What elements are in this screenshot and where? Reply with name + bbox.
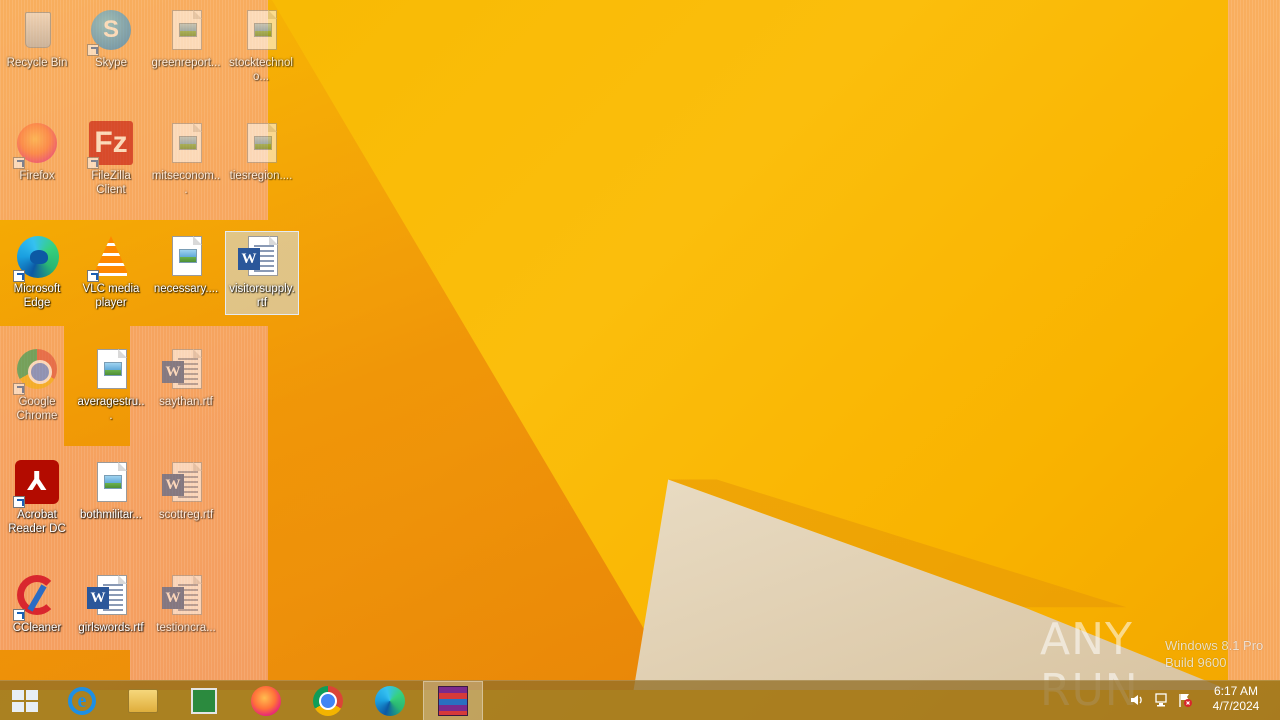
- desktop-icon-scottreg[interactable]: W scottreg.rtf: [149, 458, 223, 542]
- desktop-icon-skype[interactable]: S Skype: [74, 6, 148, 90]
- clock-date: 4/7/2024: [1212, 699, 1260, 713]
- desktop-icon-testioncra[interactable]: W testioncra...: [149, 571, 223, 655]
- desktop-icon-necessary[interactable]: necessary....: [149, 232, 223, 316]
- word-badge-icon: W: [162, 587, 184, 609]
- desktop-icon-girlswords[interactable]: W girlswords.rtf: [74, 571, 148, 655]
- taskbar-clock[interactable]: 6:17 AM 4/7/2024: [1200, 684, 1272, 714]
- desktop-icon-label: scottreg.rtf: [158, 509, 214, 521]
- image-document-icon: [247, 10, 277, 50]
- desktop-icon-label: saythan.rtf: [159, 396, 213, 408]
- desktop-icon-label: Google Chrome: [16, 396, 58, 422]
- os-edition: Windows 8.1 Pro: [1165, 638, 1264, 653]
- shortcut-arrow-icon: [13, 496, 25, 508]
- taskbar-file-explorer[interactable]: [113, 681, 173, 720]
- taskbar-winrar[interactable]: [423, 681, 483, 720]
- desktop-icon-label: Acrobat Reader DC: [8, 509, 66, 535]
- internet-explorer-icon: e: [68, 687, 96, 715]
- word-badge-icon: W: [87, 587, 109, 609]
- recycle-bin-icon: [25, 12, 51, 48]
- network-icon[interactable]: [1153, 692, 1169, 708]
- desktop-icon-label: Skype: [95, 57, 127, 69]
- desktop-icon-greenreport[interactable]: greenreport...: [149, 6, 223, 90]
- file-explorer-icon: [128, 689, 158, 713]
- desktop-icon-saythan[interactable]: W saythan.rtf: [149, 345, 223, 429]
- shortcut-arrow-icon: [13, 157, 25, 169]
- taskbar-store[interactable]: [174, 681, 234, 720]
- desktop-icon-label: VLC media player: [82, 283, 140, 309]
- desktop-icon-acrobat[interactable]: ⅄ Acrobat Reader DC: [0, 458, 74, 542]
- desktop-icon-stocktechnolo[interactable]: stocktechnolo...: [224, 6, 298, 90]
- desktop-icon-label: FileZilla Client: [91, 170, 131, 196]
- image-document-icon: [172, 10, 202, 50]
- desktop-icon-label: bothmilitar...: [80, 509, 142, 521]
- winrar-icon: [438, 686, 468, 716]
- action-center-flag-icon[interactable]: [1177, 692, 1193, 708]
- taskbar-internet-explorer[interactable]: e: [52, 681, 112, 720]
- taskbar-edge[interactable]: [360, 681, 420, 720]
- desktop-icon-label: stocktechnolo...: [229, 57, 293, 83]
- chrome-icon: [313, 686, 343, 716]
- shortcut-arrow-icon: [87, 157, 99, 169]
- desktop-icon-label: visitorsupply.rtf: [229, 283, 295, 309]
- shortcut-arrow-icon: [13, 609, 25, 621]
- desktop-icon-averagestru[interactable]: averagestru...: [74, 345, 148, 429]
- desktop-icon-edge[interactable]: Microsoft Edge: [0, 232, 74, 316]
- word-badge-icon: W: [162, 474, 184, 496]
- shortcut-arrow-icon: [87, 270, 99, 282]
- desktop-icon-visitorsupply[interactable]: W visitorsupply.rtf: [225, 231, 299, 315]
- shortcut-arrow-icon: [13, 270, 25, 282]
- desktop-icon-recycle-bin[interactable]: Recycle Bin: [0, 6, 74, 90]
- image-document-icon: [247, 123, 277, 163]
- desktop-icon-label: girlswords.rtf: [78, 622, 144, 634]
- overlay-region: [1228, 0, 1280, 680]
- store-icon: [191, 688, 217, 714]
- desktop-icon-ccleaner[interactable]: CCleaner: [0, 571, 74, 655]
- image-document-icon: [172, 236, 202, 276]
- vlc-icon: [95, 236, 127, 276]
- desktop-icon-vlc[interactable]: VLC media player: [74, 232, 148, 316]
- image-document-icon: [97, 462, 127, 502]
- firefox-icon: [251, 686, 281, 716]
- os-version-badge: Windows 8.1 Pro Build 9600: [1165, 637, 1263, 671]
- edge-icon: [375, 686, 405, 716]
- word-badge-icon: W: [238, 248, 260, 270]
- desktop-icon-firefox[interactable]: Firefox: [0, 119, 74, 203]
- desktop-icon-label: necessary....: [153, 283, 219, 295]
- shortcut-arrow-icon: [13, 383, 25, 395]
- clock-time: 6:17 AM: [1213, 684, 1259, 698]
- windows-logo-icon: [12, 690, 38, 712]
- image-document-icon: [97, 349, 127, 389]
- desktop-icon-filezilla[interactable]: Fz FileZilla Client: [74, 119, 148, 203]
- os-build: Build 9600: [1165, 655, 1227, 670]
- start-button[interactable]: [0, 681, 50, 720]
- desktop-icon-label: averagestru...: [77, 396, 145, 422]
- word-badge-icon: W: [162, 361, 184, 383]
- volume-icon[interactable]: [1129, 692, 1145, 708]
- desktop-icon-chrome[interactable]: Google Chrome: [0, 345, 74, 429]
- image-document-icon: [172, 123, 202, 163]
- desktop-icon-label: Recycle Bin: [6, 57, 68, 69]
- desktop-icon-label: testioncra...: [156, 622, 216, 634]
- desktop-icon-mitseconomic[interactable]: mitseconom...: [149, 119, 223, 203]
- desktop-icon-label: Firefox: [19, 170, 55, 182]
- desktop-icon-label: tiesregion....: [229, 170, 293, 182]
- desktop-icon-bothmilitar[interactable]: bothmilitar...: [74, 458, 148, 542]
- desktop-icon-label: Microsoft Edge: [13, 283, 61, 309]
- desktop-icon-label: mitseconom...: [151, 170, 221, 196]
- taskbar-chrome[interactable]: [298, 681, 358, 720]
- desktop-icon-tiesregion[interactable]: tiesregion....: [224, 119, 298, 203]
- desktop-icon-label: greenreport...: [151, 57, 221, 69]
- taskbar: e: [0, 680, 1280, 720]
- taskbar-firefox[interactable]: [236, 681, 296, 720]
- shortcut-arrow-icon: [87, 44, 99, 56]
- desktop-icon-label: CCleaner: [12, 622, 62, 634]
